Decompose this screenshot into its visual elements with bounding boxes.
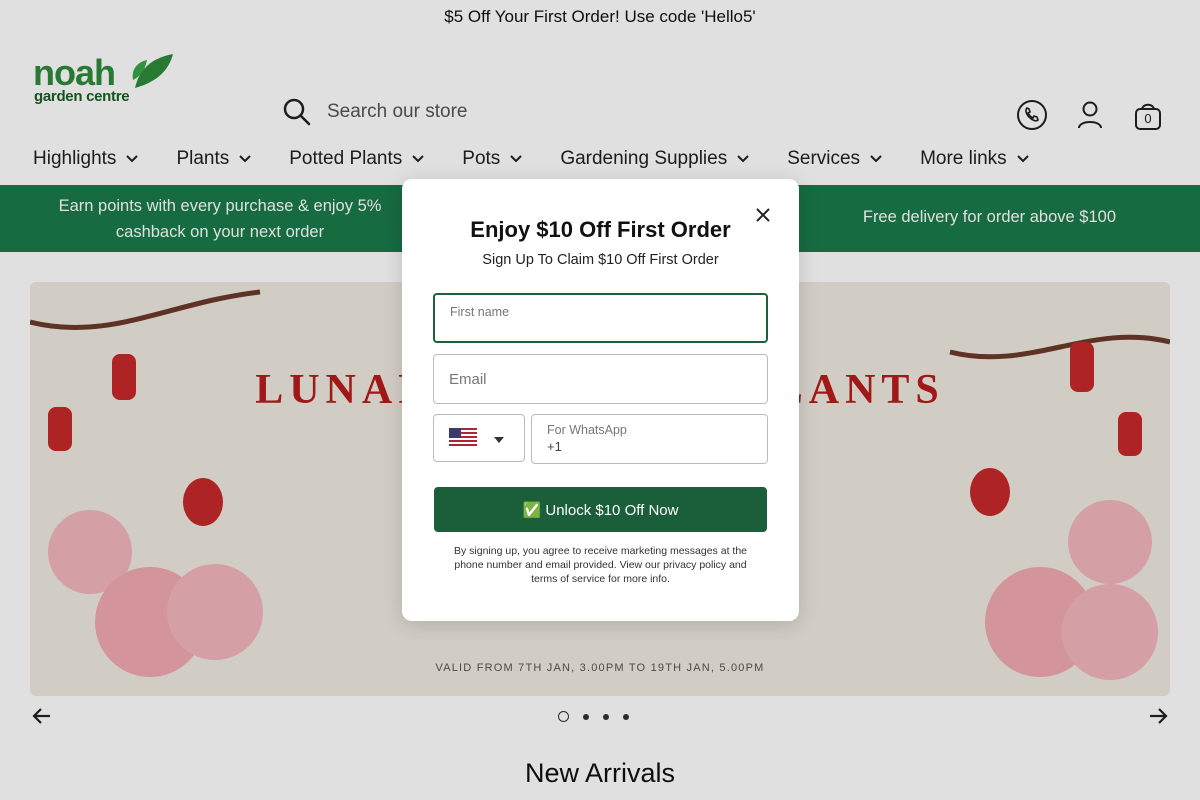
phone-label: For WhatsApp bbox=[547, 423, 627, 437]
email-label: Email bbox=[449, 371, 487, 388]
first-name-label: First name bbox=[450, 305, 510, 319]
modal-title: Enjoy $10 Off First Order bbox=[470, 217, 731, 242]
first-name-field[interactable]: First name bbox=[433, 293, 768, 343]
phone-prefix: +1 bbox=[547, 439, 562, 454]
legal-text: By signing up, you agree to receive mark… bbox=[454, 545, 747, 585]
signup-modal: Enjoy $10 Off First Order Sign Up To Cla… bbox=[402, 179, 799, 621]
caret-down-icon bbox=[494, 437, 504, 443]
whatsapp-phone-field[interactable]: For WhatsApp +1 bbox=[531, 414, 768, 464]
us-flag-icon bbox=[449, 428, 477, 448]
unlock-offer-button[interactable]: ✅ Unlock $10 Off Now bbox=[434, 487, 767, 532]
country-select[interactable] bbox=[433, 414, 525, 462]
modal-subtitle: Sign Up To Claim $10 Off First Order bbox=[482, 252, 719, 268]
email-field[interactable]: Email bbox=[433, 354, 768, 404]
